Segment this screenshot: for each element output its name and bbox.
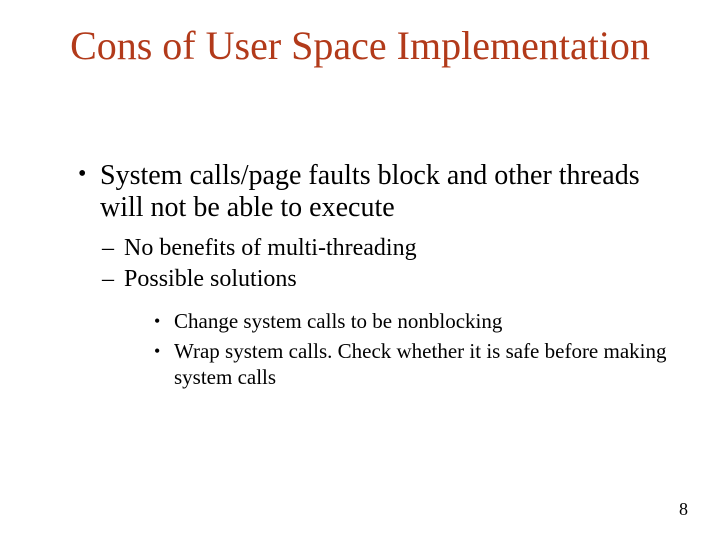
disc-bullet-icon: • — [78, 161, 86, 189]
bullet-level3: • Change system calls to be nonblocking — [154, 308, 678, 334]
bullet-level1: • System calls/page faults block and oth… — [78, 160, 678, 224]
bullet-level2: – No benefits of multi-threading — [102, 234, 678, 263]
level3-group: • Change system calls to be nonblocking … — [154, 308, 678, 391]
bullet-level2: – Possible solutions — [102, 265, 678, 294]
slide: Cons of User Space Implementation • Syst… — [0, 0, 720, 540]
bullet-level2-text: No benefits of multi-threading — [124, 235, 417, 261]
bullet-level3: • Wrap system calls. Check whether it is… — [154, 338, 678, 391]
bullet-level1-text: System calls/page faults block and other… — [100, 160, 640, 223]
page-number: 8 — [679, 499, 688, 520]
disc-bullet-icon: • — [154, 340, 160, 363]
level2-group: – No benefits of multi-threading – Possi… — [102, 234, 678, 390]
bullet-level3-text: Change system calls to be nonblocking — [174, 309, 502, 333]
bullet-level2-text: Possible solutions — [124, 266, 297, 292]
slide-title: Cons of User Space Implementation — [0, 24, 720, 68]
slide-body: • System calls/page faults block and oth… — [78, 160, 678, 395]
bullet-level3-text: Wrap system calls. Check whether it is s… — [174, 339, 667, 389]
dash-bullet-icon: – — [102, 265, 114, 294]
disc-bullet-icon: • — [154, 310, 160, 333]
dash-bullet-icon: – — [102, 234, 114, 263]
